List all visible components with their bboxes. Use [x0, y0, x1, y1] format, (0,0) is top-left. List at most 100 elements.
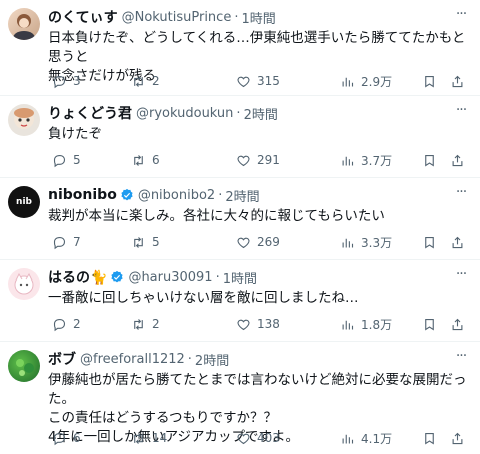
more-icon[interactable]: ··· [452, 184, 470, 200]
like-button[interactable]: 291 [236, 151, 280, 169]
views-icon [342, 156, 354, 165]
retweet-count: 2 [152, 74, 160, 88]
timestamp[interactable]: 1時間 [241, 8, 275, 27]
tweet-content: はるの🐈 @haru30091 · 1時間 一番敵に回しちゃいけない層を敵に回し… [48, 267, 470, 308]
user-handle[interactable]: @haru30091 [128, 270, 212, 285]
display-name[interactable]: nibonibo [48, 187, 117, 203]
share-button[interactable] [450, 429, 465, 447]
avatar[interactable]: nib [8, 186, 40, 218]
more-icon[interactable]: ··· [452, 6, 470, 22]
avatar[interactable] [8, 104, 40, 136]
tweet[interactable]: のくてぃす @NokutisuPrince · 1時間 日本負けたぞ、どうしてく… [0, 0, 480, 96]
bookmark-button[interactable] [422, 72, 437, 90]
tweet-header: りょくどう君 @ryokudoukun · 2時間 [48, 103, 470, 123]
like-count: 269 [257, 235, 280, 249]
like-button[interactable]: 403 [236, 429, 280, 447]
tweet-feed: のくてぃす @NokutisuPrince · 1時間 日本負けたぞ、どうしてく… [0, 0, 480, 454]
share-icon [452, 75, 463, 87]
reply-icon [53, 236, 66, 249]
tweet-content: nibonibo @nibonibo2 · 2時間 裁判が本当に楽しみ。各社に大… [48, 185, 470, 226]
timestamp[interactable]: 1時間 [223, 268, 257, 287]
bookmark-button[interactable] [422, 315, 437, 333]
retweet-button[interactable]: 14 [131, 429, 167, 447]
reply-button[interactable]: 3 [52, 72, 81, 90]
like-button[interactable]: 315 [236, 72, 280, 90]
views-count: 4.1万 [361, 431, 393, 446]
separator-dot: · [215, 269, 220, 285]
share-button[interactable] [450, 233, 465, 251]
retweet-count: 6 [152, 153, 160, 167]
views-icon [342, 238, 354, 247]
reply-button[interactable]: 5 [52, 151, 81, 169]
user-handle[interactable]: @NokutisuPrince [122, 10, 232, 25]
display-name[interactable]: ボブ [48, 349, 76, 369]
retweet-count: 2 [152, 317, 160, 331]
avatar[interactable] [8, 8, 40, 40]
bookmark-button[interactable] [422, 429, 437, 447]
tweet[interactable]: ボブ @freeforall1212 · 2時間 伊藤純也が居たら勝てたとまでは… [0, 342, 480, 454]
views-icon [342, 434, 354, 443]
tweet-header: ボブ @freeforall1212 · 2時間 [48, 349, 470, 369]
bookmark-icon [425, 432, 434, 445]
views-button[interactable]: 3.7万 [340, 151, 392, 169]
verified-badge-icon [111, 270, 124, 283]
share-icon [452, 154, 463, 166]
timestamp[interactable]: 2時間 [225, 186, 259, 205]
user-handle[interactable]: @nibonibo2 [138, 188, 215, 203]
action-bar: 3 2 315 2.9万 [48, 72, 470, 90]
tweet-content: りょくどう君 @ryokudoukun · 2時間 負けたぞ [48, 103, 470, 144]
like-button[interactable]: 269 [236, 233, 280, 251]
separator-dot: · [218, 187, 223, 203]
like-count: 291 [257, 153, 280, 167]
avatar[interactable] [8, 350, 40, 382]
bookmark-icon [425, 154, 434, 167]
views-button[interactable]: 4.1万 [340, 429, 392, 447]
like-icon [237, 76, 250, 87]
retweet-button[interactable]: 2 [131, 72, 160, 90]
bookmark-icon [425, 318, 434, 331]
tweet-header: nibonibo @nibonibo2 · 2時間 [48, 185, 470, 205]
timestamp[interactable]: 2時間 [244, 104, 278, 123]
views-button[interactable]: 1.8万 [340, 315, 392, 333]
action-bar: 5 6 291 3.7万 [48, 151, 470, 169]
retweet-icon [134, 75, 143, 87]
more-icon[interactable]: ··· [452, 102, 470, 118]
reply-button[interactable]: 2 [52, 315, 81, 333]
tweet[interactable]: りょくどう君 @ryokudoukun · 2時間 負けたぞ ··· 5 6 2… [0, 96, 480, 178]
tweet[interactable]: はるの🐈 @haru30091 · 1時間 一番敵に回しちゃいけない層を敵に回し… [0, 260, 480, 342]
like-icon [237, 433, 250, 444]
share-icon [452, 318, 463, 330]
tweet[interactable]: nib nibonibo @nibonibo2 · 2時間 裁判が本当に楽しみ。… [0, 178, 480, 260]
views-button[interactable]: 3.3万 [340, 233, 392, 251]
retweet-button[interactable]: 5 [131, 233, 160, 251]
reply-button[interactable]: 6 [52, 429, 81, 447]
like-button[interactable]: 138 [236, 315, 280, 333]
timestamp[interactable]: 2時間 [195, 350, 229, 369]
display-name[interactable]: りょくどう君 [48, 103, 132, 123]
bookmark-button[interactable] [422, 151, 437, 169]
reply-count: 7 [73, 235, 81, 249]
views-count: 3.3万 [361, 235, 393, 250]
separator-dot: · [234, 9, 239, 25]
separator-dot: · [236, 105, 241, 121]
separator-dot: · [187, 351, 192, 367]
share-button[interactable] [450, 72, 465, 90]
avatar[interactable] [8, 268, 40, 300]
like-icon [237, 237, 250, 248]
reply-button[interactable]: 7 [52, 233, 81, 251]
retweet-button[interactable]: 6 [131, 151, 160, 169]
bookmark-icon [425, 236, 434, 249]
views-button[interactable]: 2.9万 [340, 72, 392, 90]
bookmark-button[interactable] [422, 233, 437, 251]
user-handle[interactable]: @ryokudoukun [136, 106, 233, 121]
display-name[interactable]: はるの🐈 [48, 267, 107, 287]
display-name[interactable]: のくてぃす [48, 7, 118, 27]
user-handle[interactable]: @freeforall1212 [80, 352, 185, 367]
share-button[interactable] [450, 315, 465, 333]
action-bar: 7 5 269 3.3万 [48, 233, 470, 251]
more-icon[interactable]: ··· [452, 266, 470, 282]
like-count: 138 [257, 317, 280, 331]
more-icon[interactable]: ··· [452, 348, 470, 364]
retweet-button[interactable]: 2 [131, 315, 160, 333]
share-button[interactable] [450, 151, 465, 169]
